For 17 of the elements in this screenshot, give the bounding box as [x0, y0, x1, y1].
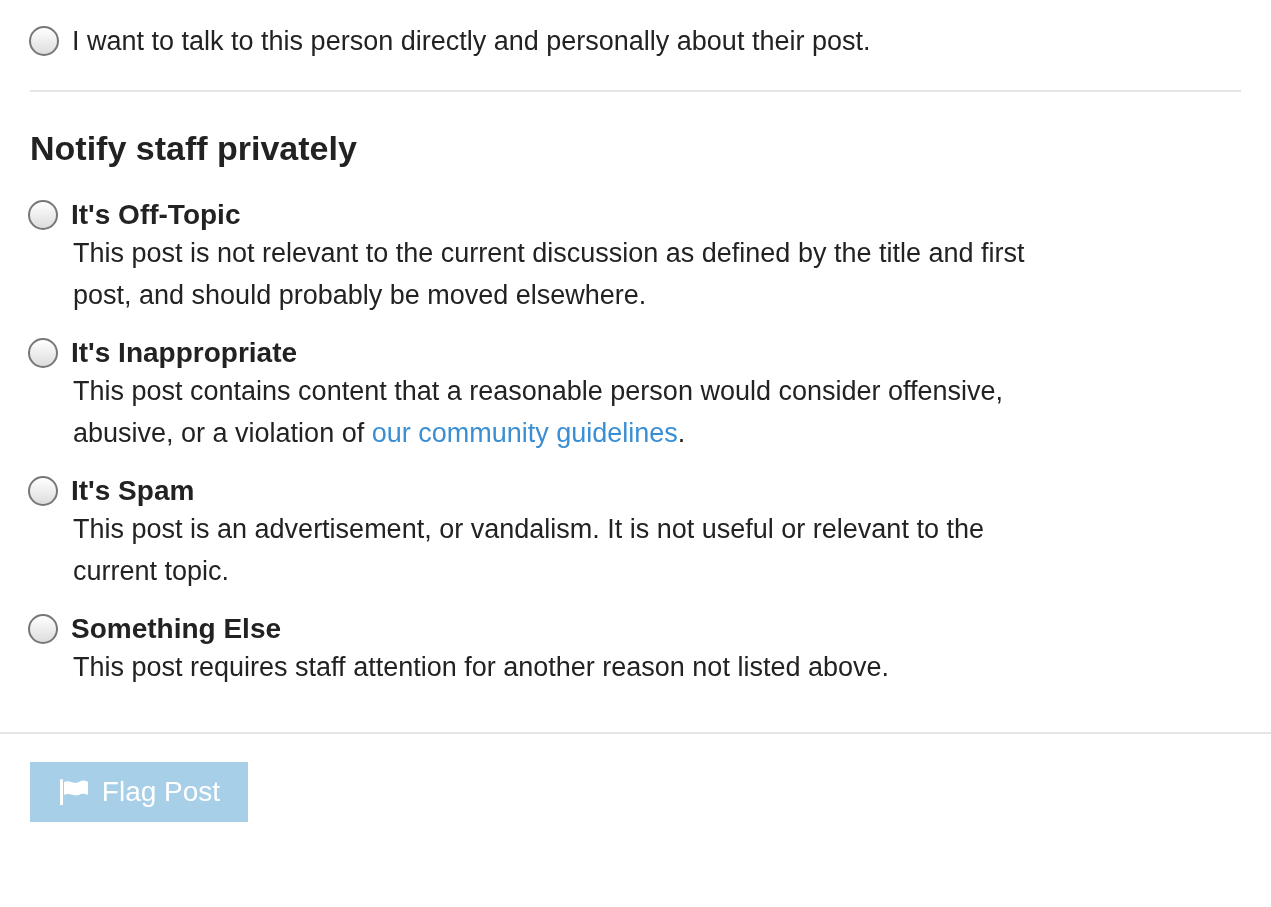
option-description: This post requires staff attention for another reason not listed above. [73, 651, 890, 684]
flag-icon [57, 777, 90, 807]
option-description: This post contains content that a reasonable person would consider offensive, abusive, or a violation of our community guidelines. [73, 375, 1005, 450]
option-title: It's Off-Topic [71, 198, 241, 232]
option-title: Something Else [71, 612, 282, 646]
option-description: This post is an advertisement, or vandalism. It is not useful or relevant to the current topic. [73, 513, 985, 588]
option-title: It's Inappropriate [71, 336, 298, 370]
radio-button[interactable] [28, 614, 58, 644]
radio-button[interactable] [28, 338, 58, 368]
radio-button[interactable] [29, 26, 59, 56]
option-title: It's Spam [71, 474, 195, 508]
section-title: Notify staff privately [29, 128, 358, 169]
radio-button[interactable] [28, 200, 58, 230]
option-label: I want to talk to this person directly and personally about their post. [72, 25, 871, 58]
guidelines-link[interactable]: our community guidelines [371, 418, 678, 448]
option-description: This post is not relevant to the current discussion as defined by the title and first post, and should probably be moved elsewhere. [73, 237, 1026, 312]
radio-button[interactable] [28, 476, 58, 506]
